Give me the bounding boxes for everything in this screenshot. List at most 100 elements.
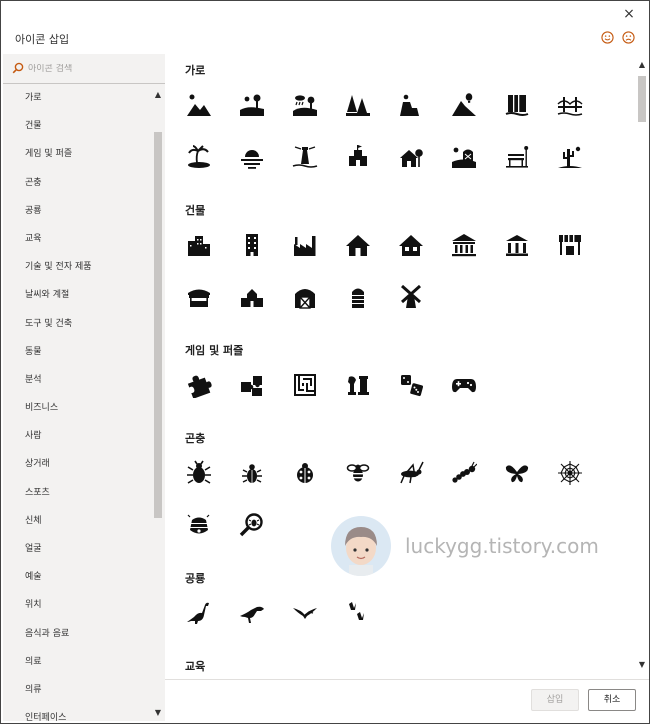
category-item[interactable]: 교육 xyxy=(3,225,153,253)
bank-icon[interactable] xyxy=(504,232,530,258)
feedback-group xyxy=(601,29,635,48)
house-icon[interactable] xyxy=(345,232,371,258)
category-item[interactable]: 도구 및 건축 xyxy=(3,310,153,338)
icon-gallery: ▲ ▼ 가로 건물 게임 및 퍼즐 곤충 공룡 교육 xyxy=(165,54,649,679)
island-palm-icon[interactable] xyxy=(186,144,212,170)
chess-icon[interactable] xyxy=(345,372,371,398)
store-icon[interactable] xyxy=(557,232,583,258)
spider-web-icon[interactable] xyxy=(557,460,583,486)
dialog-footer: 삽입 취소 xyxy=(165,679,649,723)
sidebar-scrollbar[interactable]: ▲ ▼ xyxy=(153,84,163,720)
grasshopper-icon[interactable] xyxy=(398,460,424,486)
category-item[interactable]: 위치 xyxy=(3,591,153,619)
watermark-text: luckygg.tistory.com xyxy=(405,534,599,558)
home-icon[interactable] xyxy=(398,232,424,258)
brontosaurus-icon[interactable] xyxy=(186,600,212,626)
silo-icon[interactable] xyxy=(345,284,371,310)
category-item[interactable]: 스포츠 xyxy=(3,479,153,507)
caterpillar-icon[interactable] xyxy=(451,460,477,486)
beehive-icon[interactable] xyxy=(186,512,212,538)
t-rex-icon[interactable] xyxy=(239,600,265,626)
insert-icons-dialog: × 아이콘 삽입 가로건물게임 및 퍼즐곤충공룡교육기술 및 전자 제품날씨와 … xyxy=(0,0,650,724)
sandcastle-icon[interactable] xyxy=(345,144,371,170)
search-box xyxy=(3,54,165,84)
gallery-scroll-down-icon[interactable]: ▼ xyxy=(637,660,647,670)
category-item[interactable]: 비즈니스 xyxy=(3,394,153,422)
section-title: 곤충 xyxy=(185,432,206,445)
close-button[interactable]: × xyxy=(619,4,639,24)
market-stall-icon[interactable] xyxy=(186,284,212,310)
puzzle-pieces-icon[interactable] xyxy=(239,372,265,398)
barn-field-icon[interactable] xyxy=(451,144,477,170)
cancel-button[interactable]: 취소 xyxy=(588,689,636,711)
search-icon xyxy=(12,59,28,78)
category-item[interactable]: 예술 xyxy=(3,563,153,591)
butterfly-icon[interactable] xyxy=(504,460,530,486)
category-item[interactable]: 얼굴 xyxy=(3,535,153,563)
ladybug-icon[interactable] xyxy=(292,460,318,486)
category-item[interactable]: 곤충 xyxy=(3,169,153,197)
volcano-balloon-icon[interactable] xyxy=(451,92,477,118)
scrollbar-thumb[interactable] xyxy=(154,132,162,518)
puzzle-piece-icon[interactable] xyxy=(186,372,212,398)
office-tower-icon[interactable] xyxy=(239,232,265,258)
section-title: 공룡 xyxy=(185,572,206,585)
maze-icon[interactable] xyxy=(292,372,318,398)
windmill-icon[interactable] xyxy=(398,284,424,310)
scroll-down-icon[interactable]: ▼ xyxy=(153,708,163,718)
mesa-sun-icon[interactable] xyxy=(398,92,424,118)
category-item[interactable]: 사람 xyxy=(3,422,153,450)
category-item[interactable]: 인터페이스 xyxy=(3,704,153,721)
museum-icon[interactable] xyxy=(451,232,477,258)
bug-icon[interactable] xyxy=(239,460,265,486)
section-title: 건물 xyxy=(185,204,206,217)
bridge-icon[interactable] xyxy=(557,92,583,118)
search-input[interactable] xyxy=(28,63,158,74)
smile-icon[interactable] xyxy=(601,29,614,48)
section-title: 게임 및 퍼즐 xyxy=(185,344,244,357)
category-item[interactable]: 게임 및 퍼즐 xyxy=(3,140,153,168)
category-item[interactable]: 기술 및 전자 제품 xyxy=(3,253,153,281)
category-item[interactable]: 가로 xyxy=(3,84,153,112)
lighthouse-icon[interactable] xyxy=(292,144,318,170)
pterodactyl-icon[interactable] xyxy=(292,600,318,626)
house-tree-icon[interactable] xyxy=(398,144,424,170)
scroll-up-icon[interactable]: ▲ xyxy=(153,90,163,100)
category-item[interactable]: 상거래 xyxy=(3,450,153,478)
category-list: 가로 건물 게임 및 퍼즐 곤충 공룡 교육 기술 및 전자 제품 날씨와 계절 도구 및 건축… xyxy=(3,84,153,721)
game-controller-icon[interactable] xyxy=(451,372,477,398)
bug-magnifier-icon[interactable] xyxy=(239,512,265,538)
frown-icon[interactable] xyxy=(622,29,635,48)
field-sun-icon[interactable] xyxy=(239,92,265,118)
school-icon[interactable] xyxy=(239,284,265,310)
gallery-scroll-up-icon[interactable]: ▲ xyxy=(637,60,647,70)
forest-icon[interactable] xyxy=(345,92,371,118)
mountains-sun-icon[interactable] xyxy=(186,92,212,118)
category-item[interactable]: 신체 xyxy=(3,507,153,535)
gallery-scrollbar[interactable]: ▲ ▼ xyxy=(637,56,647,676)
section-title: 가로 xyxy=(185,64,206,77)
desert-cactus-icon[interactable] xyxy=(557,144,583,170)
dice-icon[interactable] xyxy=(398,372,424,398)
hills-rain-icon[interactable] xyxy=(292,92,318,118)
insert-button[interactable]: 삽입 xyxy=(531,689,579,711)
avatar xyxy=(331,516,391,576)
waterfall-icon[interactable] xyxy=(504,92,530,118)
category-item[interactable]: 음식과 음료 xyxy=(3,620,153,648)
barn-icon[interactable] xyxy=(292,284,318,310)
category-item[interactable]: 건물 xyxy=(3,112,153,140)
factory-icon[interactable] xyxy=(292,232,318,258)
beetle-icon[interactable] xyxy=(186,460,212,486)
sunset-water-icon[interactable] xyxy=(239,144,265,170)
category-item[interactable]: 분석 xyxy=(3,366,153,394)
dinosaur-footprints-icon[interactable] xyxy=(345,600,371,626)
park-bench-icon[interactable] xyxy=(504,144,530,170)
category-item[interactable]: 날씨와 계절 xyxy=(3,281,153,309)
category-item[interactable]: 공룡 xyxy=(3,197,153,225)
category-item[interactable]: 의료 xyxy=(3,648,153,676)
gallery-scrollbar-thumb[interactable] xyxy=(638,76,646,122)
bee-icon[interactable] xyxy=(345,460,371,486)
category-item[interactable]: 의류 xyxy=(3,676,153,704)
city-buildings-icon[interactable] xyxy=(186,232,212,258)
category-item[interactable]: 동물 xyxy=(3,338,153,366)
